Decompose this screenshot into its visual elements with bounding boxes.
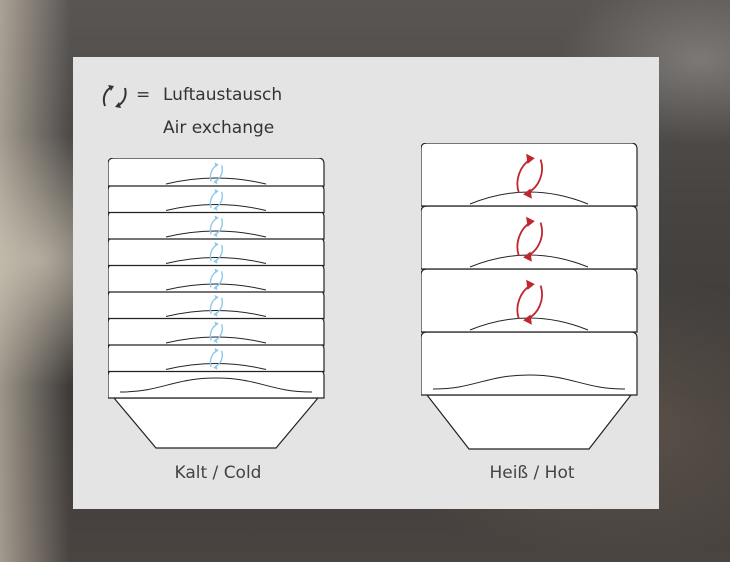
bowl-2 (421, 205, 638, 270)
legend-label-de: Luftaustausch (163, 85, 283, 105)
bowl-4 (108, 236, 325, 267)
bowl-6 (108, 289, 325, 320)
air-exchange-arrows-icon (102, 85, 127, 108)
bowl-3 (421, 268, 638, 333)
bowl-1 (108, 158, 325, 187)
legend-label-en: Air exchange (163, 118, 275, 138)
bowl-1 (421, 143, 638, 207)
bowl-2 (108, 183, 325, 214)
bowl-base (112, 397, 320, 449)
hot-caption: Heiß / Hot (489, 463, 575, 483)
bowl-base (425, 394, 633, 450)
cold-bowl-stack (108, 158, 325, 449)
legend-equals: = (136, 85, 151, 105)
bowl-5 (108, 263, 325, 293)
bowl-3 (108, 210, 325, 240)
cold-caption: Kalt / Cold (174, 463, 262, 483)
bowl-7 (108, 316, 325, 346)
bowl-4 (421, 331, 638, 396)
bowl-8 (108, 342, 325, 373)
background-light-area (0, 0, 70, 562)
bowl-9 (108, 369, 325, 399)
hot-bowl-stack (421, 143, 638, 450)
